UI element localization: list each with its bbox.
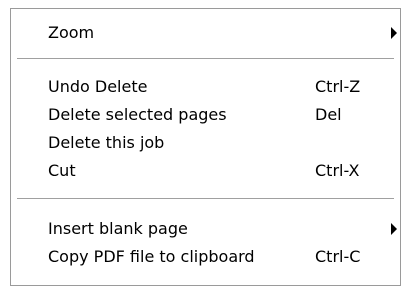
menu-item-insert-blank-page[interactable]: Insert blank page	[11, 217, 400, 241]
submenu-arrow-icon	[391, 27, 397, 39]
menu-item-shortcut: Del	[315, 105, 342, 124]
menu-item-label: Delete selected pages	[48, 105, 227, 124]
menu-item-shortcut: Ctrl-C	[315, 247, 361, 266]
menu-separator	[17, 198, 394, 200]
menu-item-label: Insert blank page	[48, 219, 188, 238]
menu-item-cut[interactable]: Cut Ctrl-X	[11, 159, 400, 183]
menu-item-zoom[interactable]: Zoom	[11, 21, 400, 45]
menu-item-label: Cut	[48, 161, 76, 180]
menu-item-delete-this-job[interactable]: Delete this job	[11, 131, 400, 155]
menu-item-copy-pdf-to-clipboard[interactable]: Copy PDF file to clipboard Ctrl-C	[11, 245, 400, 269]
menu-item-shortcut: Ctrl-X	[315, 161, 360, 180]
menu-item-label: Undo Delete	[48, 77, 148, 96]
menu-item-delete-selected-pages[interactable]: Delete selected pages Del	[11, 103, 400, 127]
submenu-arrow-icon	[391, 223, 397, 235]
menu-item-label: Delete this job	[48, 133, 165, 152]
menu-item-undo-delete[interactable]: Undo Delete Ctrl-Z	[11, 75, 400, 99]
menu-item-shortcut: Ctrl-Z	[315, 77, 361, 96]
context-menu: Zoom Undo Delete Ctrl-Z Delete selected …	[10, 8, 401, 286]
menu-item-label: Copy PDF file to clipboard	[48, 247, 255, 266]
menu-separator	[17, 58, 394, 60]
menu-item-label: Zoom	[48, 23, 95, 42]
